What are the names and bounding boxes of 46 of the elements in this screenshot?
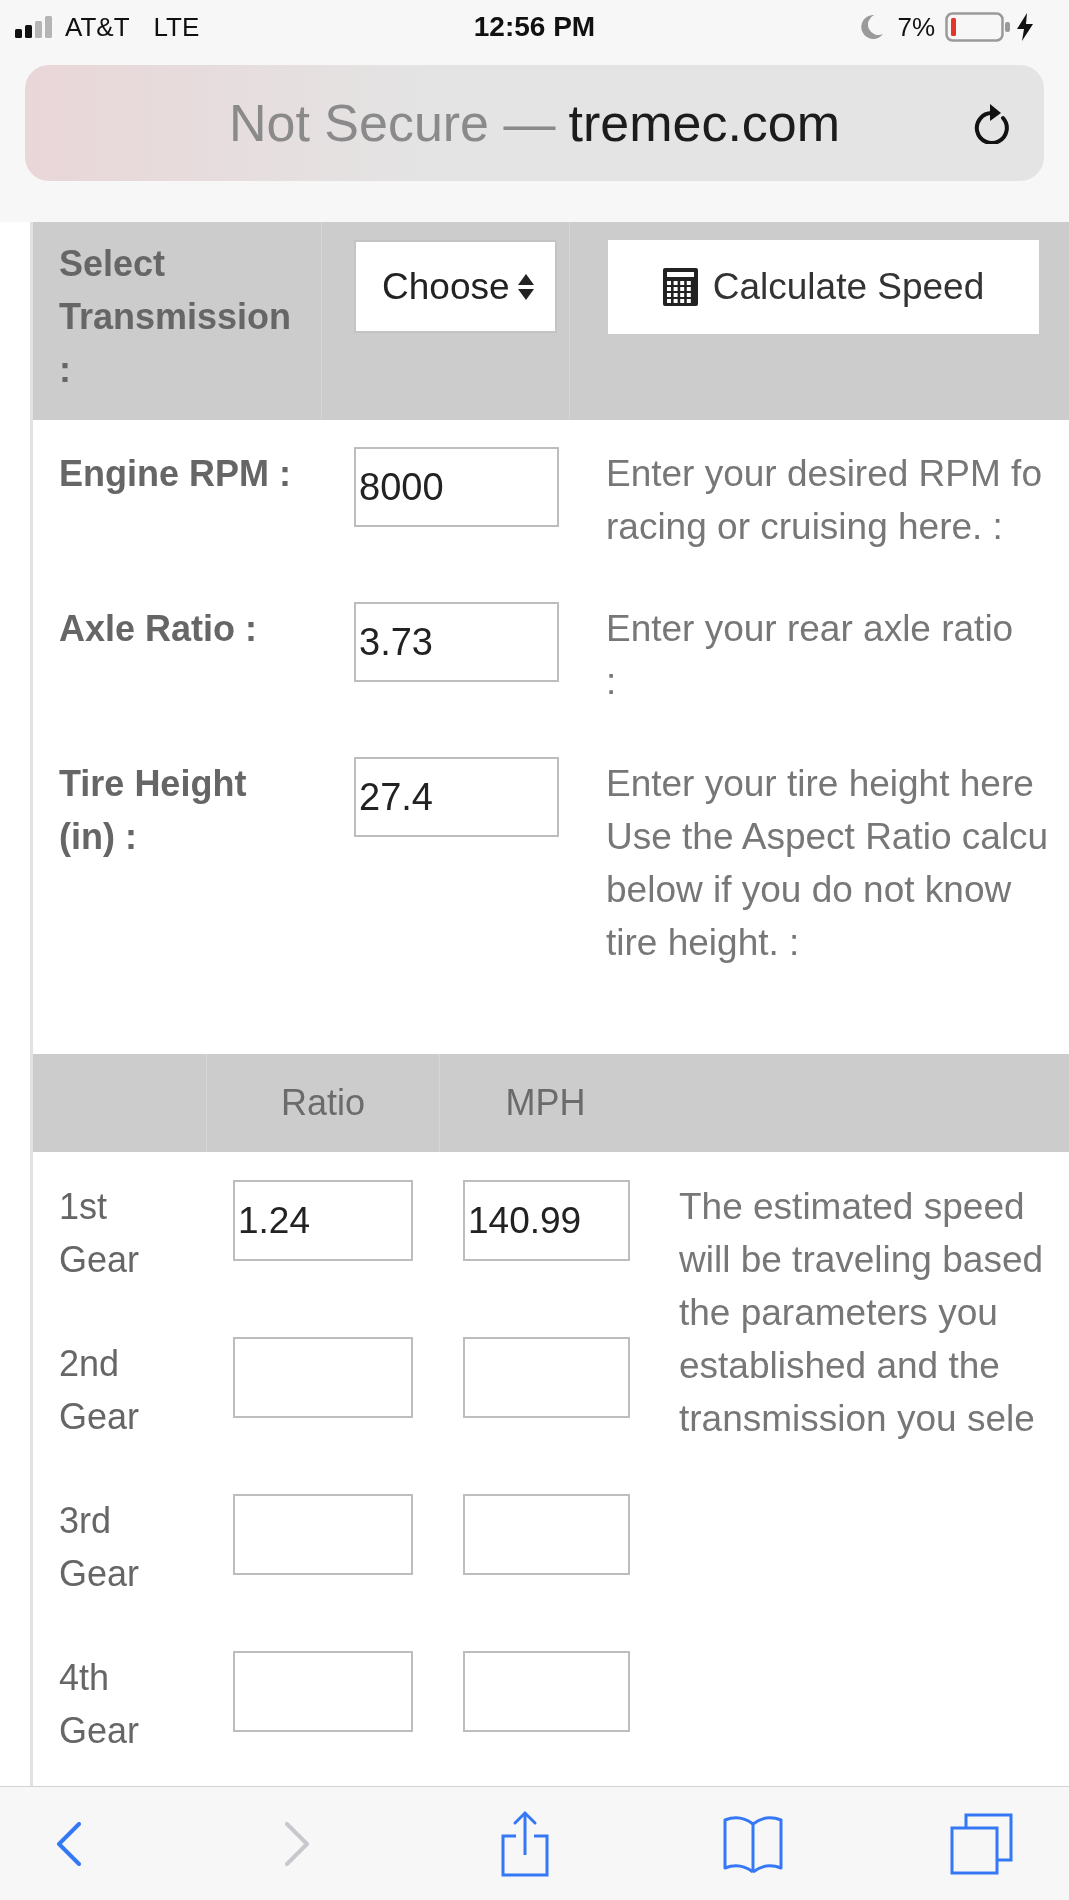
gear-label: 4th Gear [59, 1656, 141, 1753]
parameter-field[interactable]: 27.4 [354, 757, 559, 837]
battery-icon [945, 12, 1011, 42]
column-header: Ratio [206, 1054, 439, 1152]
calculator-icon [662, 268, 698, 306]
battery-percent: 7% [897, 10, 935, 44]
parameter-label: Engine RPM : [59, 452, 292, 496]
chevron-right-icon [284, 1821, 310, 1866]
reload-icon[interactable] [973, 102, 1011, 144]
transmission-label: Select Transmission : [59, 242, 293, 392]
share-icon [501, 1810, 549, 1877]
charging-bolt-icon [1017, 13, 1033, 41]
parameter-hint: Enter your desired RPM fo racing or cruising here. : [606, 452, 1042, 549]
mph-field[interactable]: 140.99 [463, 1180, 630, 1261]
gear-label: 3rd Gear [59, 1499, 141, 1596]
mph-field[interactable] [463, 1651, 630, 1732]
up-down-arrows-icon [517, 273, 534, 300]
gear-label: 2nd Gear [59, 1342, 141, 1439]
network-type: LTE [153, 10, 200, 44]
chevron-left-icon [56, 1821, 82, 1866]
mph-field[interactable] [463, 1494, 630, 1575]
column-header: MPH [439, 1054, 651, 1152]
tabs-icon [949, 1812, 1013, 1875]
signal-bars-icon [15, 16, 55, 38]
ratio-field[interactable] [233, 1494, 413, 1575]
parameter-label: Tire Height (in) : [59, 762, 248, 859]
parameter-field[interactable]: 3.73 [354, 602, 559, 682]
speed-note: The estimated speed will be traveling based the parameters you established and the transmission you sele [679, 1185, 1044, 1441]
domain-text: tremec.com [568, 93, 841, 154]
gear-label: 1st Gear [59, 1185, 141, 1282]
status-time: 12:56 PM [473, 10, 596, 44]
calculate-speed-button[interactable]: Calculate Speed [608, 240, 1039, 334]
parameter-hint: Enter your rear axle ratio : [606, 607, 1014, 704]
moon-icon [861, 15, 884, 39]
parameter-label: Axle Ratio : [59, 607, 259, 651]
ratio-field[interactable] [233, 1651, 413, 1732]
parameter-hint: Enter your tire height here Use the Aspect Ratio calcu below if you do not know tire height. : [606, 762, 1049, 965]
address-bar[interactable]: Not Secure — tremec.com [25, 65, 1044, 181]
ratio-field[interactable] [233, 1337, 413, 1418]
ratio-field[interactable]: 1.24 [233, 1180, 413, 1261]
carrier-name: AT&T [65, 10, 130, 44]
transmission-select[interactable]: Choose [354, 240, 557, 333]
security-label: Not Secure — [228, 93, 556, 154]
mph-field[interactable] [463, 1337, 630, 1418]
open-book-icon [722, 1813, 784, 1874]
parameter-field[interactable]: 8000 [354, 447, 559, 527]
